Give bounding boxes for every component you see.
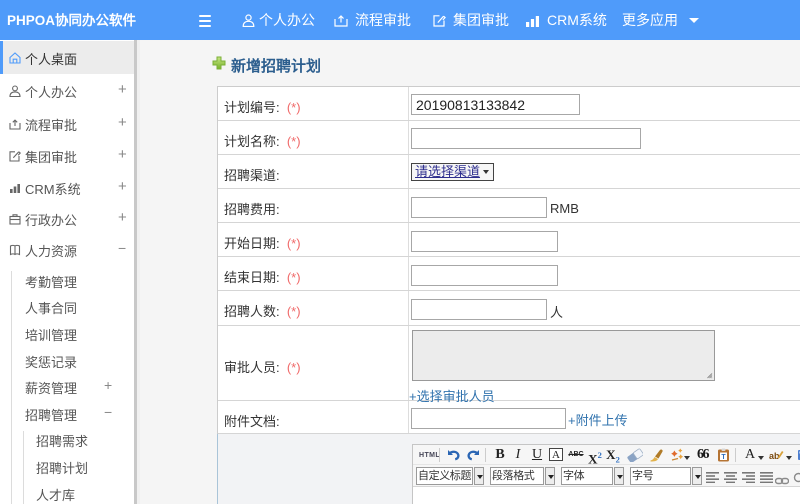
svg-text:T: T — [721, 454, 726, 461]
svg-text:ab: ab — [769, 451, 780, 461]
